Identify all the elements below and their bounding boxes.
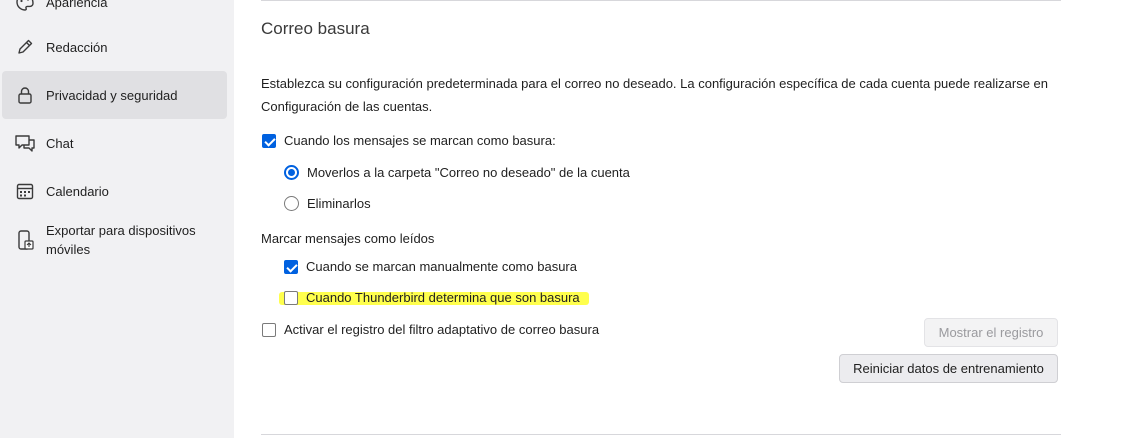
delete-junk-radio-row[interactable]: Eliminarlos [284,196,371,211]
delete-junk-label: Eliminarlos [307,196,371,211]
delete-junk-radio[interactable] [284,196,299,211]
sidebar-item-label: Privacidad y seguridad [46,87,178,103]
move-to-junk-radio-row[interactable]: Moverlos a la carpeta "Correo no deseado… [284,165,630,180]
manual-mark-read-checkbox[interactable] [284,259,298,274]
section-title: Correo basura [261,19,370,38]
sidebar-item-label: Apariencia [46,0,108,10]
mark-as-junk-checkbox[interactable] [262,133,276,148]
auto-mark-read-row[interactable]: Cuando Thunderbird determina que son bas… [284,290,580,305]
manual-mark-read-row[interactable]: Cuando se marcan manualmente como basura [284,259,577,274]
sidebar-item-chat[interactable]: Chat [2,119,227,167]
section-divider [261,0,1061,1]
sidebar-item-label: Calendario [46,183,109,199]
sidebar-item-exportar[interactable]: Exportar para dispositivos móviles [2,214,227,266]
section-description: Establezca su configuración predetermina… [261,76,1049,114]
manual-mark-read-label: Cuando se marcan manualmente como basura [306,259,577,274]
chat-icon [14,132,36,154]
calendar-icon [14,180,36,202]
adaptive-log-row[interactable]: Activar el registro del filtro adaptativ… [262,322,599,337]
mark-as-junk-label: Cuando los mensajes se marcan como basur… [284,133,556,148]
sidebar-item-label: Chat [46,135,74,151]
mark-read-heading: Marcar mensajes como leídos [261,231,435,246]
move-to-junk-label: Moverlos a la carpeta "Correo no deseado… [307,165,630,180]
adaptive-log-label: Activar el registro del filtro adaptativ… [284,322,600,337]
pencil-icon [14,36,36,58]
sidebar-item-calendario[interactable]: Calendario [2,167,227,215]
sidebar-item-label: Redacción [46,39,108,55]
adaptive-log-checkbox[interactable] [262,322,276,337]
sidebar-item-redaccion[interactable]: Redacción [2,23,227,71]
move-to-junk-radio[interactable] [284,165,299,180]
mobile-export-icon [14,229,36,251]
section-divider-bottom [261,434,1061,435]
reset-training-button[interactable]: Reiniciar datos de entrenamiento [839,354,1058,383]
auto-mark-read-label: Cuando Thunderbird determina que son bas… [306,290,580,305]
sidebar-item-privacidad[interactable]: Privacidad y seguridad [2,71,227,119]
sidebar-item-label: Exportar para dispositivos móviles [46,223,196,257]
mark-as-junk-checkbox-row[interactable]: Cuando los mensajes se marcan como basur… [262,133,556,148]
lock-icon [14,84,36,106]
show-log-button[interactable]: Mostrar el registro [924,318,1058,347]
settings-sidebar: Apariencia Redacción Privacidad y seguri… [0,0,234,438]
palette-icon [14,0,36,13]
auto-mark-read-checkbox[interactable] [284,290,298,305]
